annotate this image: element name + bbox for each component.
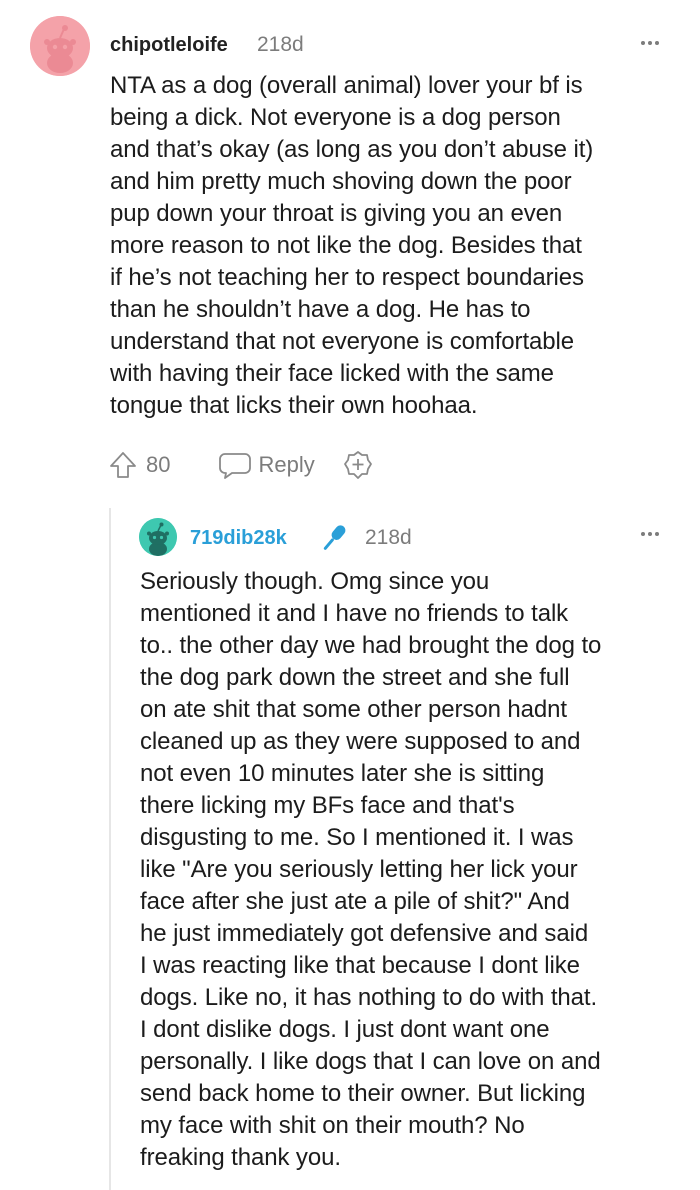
user-avatar[interactable] (30, 16, 90, 76)
comment-timestamp: 218d (365, 526, 412, 549)
vote-count: 80 (146, 452, 171, 477)
speech-bubble-icon (219, 453, 252, 479)
add-award-icon (343, 451, 372, 479)
snoo-avatar-icon (30, 16, 90, 76)
comment-actions: 80 Reply (108, 448, 373, 482)
comment-timestamp: 218d (257, 33, 304, 56)
comment-username[interactable]: 719dib28k (190, 526, 287, 550)
more-options-icon[interactable] (641, 41, 665, 49)
award-button[interactable] (343, 450, 373, 480)
upvote-arrow-icon (110, 452, 136, 478)
more-options-icon[interactable] (641, 532, 665, 540)
user-avatar[interactable] (139, 518, 177, 556)
thread-line[interactable] (109, 508, 111, 1190)
snoo-avatar-icon (139, 518, 177, 556)
reply-button[interactable]: Reply (218, 450, 315, 480)
comment-body: Seriously though. Omg since you mentione… (140, 568, 602, 1171)
comment-username[interactable]: chipotleloife (110, 33, 228, 57)
comment-body: NTA as a dog (overall animal) lover your… (110, 72, 594, 419)
upvote-button[interactable]: 80 (108, 450, 170, 480)
reply-label: Reply (258, 452, 315, 477)
microphone-icon (323, 525, 346, 550)
